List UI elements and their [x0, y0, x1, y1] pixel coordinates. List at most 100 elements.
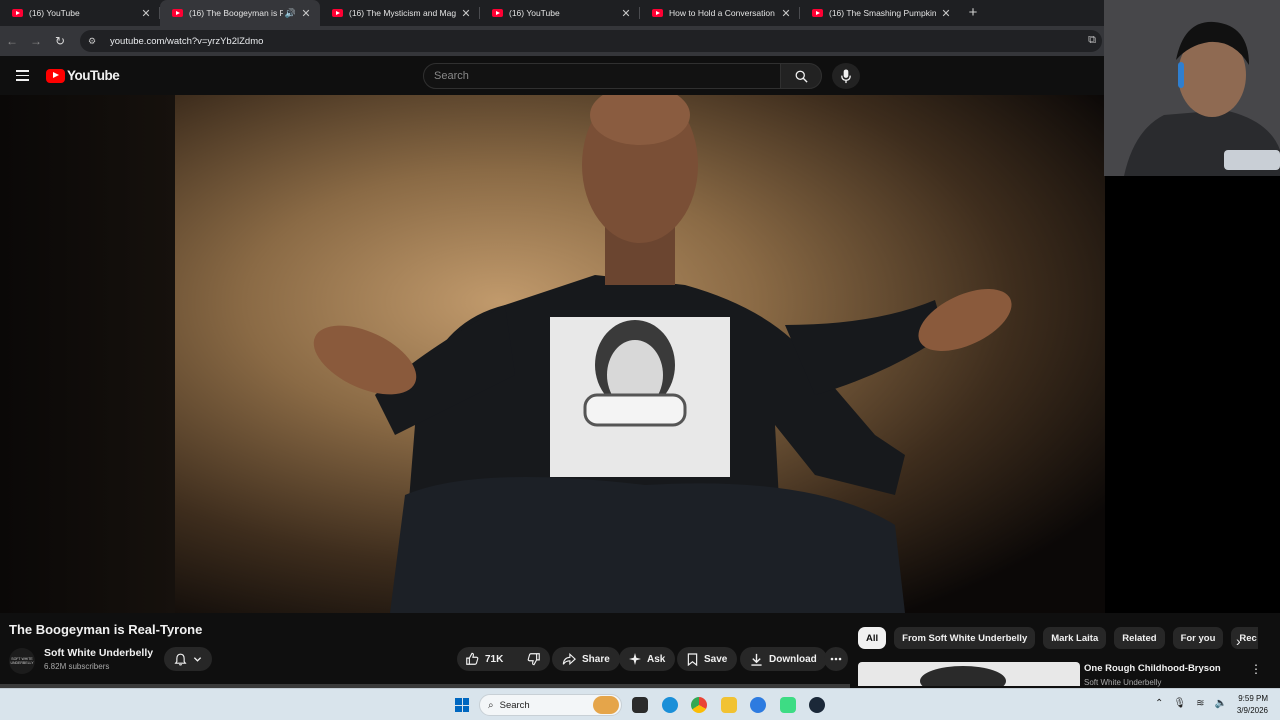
wifi-icon[interactable]: ≋	[1196, 698, 1204, 709]
more-actions-button[interactable]	[824, 647, 848, 671]
chip-mark-laita[interactable]: Mark Laita	[1043, 627, 1107, 649]
video-frame[interactable]	[175, 95, 1105, 613]
chevron-down-icon	[193, 656, 202, 662]
forward-arrow-icon[interactable]: →	[24, 34, 48, 48]
taskbar-search[interactable]: ⌕ Search	[479, 694, 622, 716]
youtube-favicon-icon	[172, 9, 183, 17]
browser-tab[interactable]: How to Hold a Conversation w ✕	[640, 0, 800, 26]
clock-date: 3/9/2026	[1236, 706, 1268, 715]
bookmark-icon	[687, 652, 698, 666]
browser-tab[interactable]: (16) The Smashing Pumpkins - ✕	[800, 0, 960, 26]
reload-icon[interactable]: ↻	[48, 34, 72, 48]
youtube-play-icon	[46, 68, 65, 83]
subscribed-button[interactable]	[164, 647, 212, 671]
chip-all[interactable]: All	[858, 627, 887, 649]
channel-name[interactable]: Soft White Underbelly	[44, 647, 153, 659]
close-tab-icon[interactable]: ✕	[940, 7, 952, 20]
chip-for-you[interactable]: For you	[1172, 627, 1224, 649]
recommended-video-title[interactable]: One Rough Childhood-Bryson	[1084, 663, 1221, 674]
download-button[interactable]: Download	[740, 647, 827, 671]
thumbs-up-icon[interactable]	[465, 652, 479, 666]
recommended-video-channel[interactable]: Soft White Underbelly	[1084, 678, 1161, 687]
more-vertical-icon[interactable]: ⋮	[1250, 662, 1262, 676]
download-icon	[751, 653, 762, 666]
search-highlight-icon	[593, 696, 619, 714]
browser-toolbar: ← → ↻ ⚙ youtube.com/watch?v=yrzYb2lZdmo …	[0, 26, 1104, 56]
chip-related[interactable]: Related	[1114, 627, 1165, 649]
taskbar-search-label: Search	[499, 699, 530, 711]
chip-from-channel[interactable]: From Soft White Underbelly	[894, 627, 1036, 649]
webcam-overlay	[1104, 0, 1280, 176]
speaker-icon[interactable]: 🔊	[285, 8, 296, 19]
steam-icon[interactable]	[809, 697, 825, 713]
microphone-icon	[841, 68, 851, 83]
video-player[interactable]	[0, 95, 1280, 613]
tab-title: How to Hold a Conversation w	[669, 8, 776, 18]
channel-avatar[interactable]: SOFT WHITE UNDERBELLY	[9, 648, 35, 674]
url-text: youtube.com/watch?v=yrzYb2lZdmo	[110, 35, 264, 47]
menu-icon[interactable]	[16, 70, 29, 81]
filter-chips: All From Soft White Underbelly Mark Lait…	[858, 627, 1258, 651]
browser-tab-active[interactable]: (16) The Boogeyman is Rea 🔊 ✕	[160, 0, 320, 26]
ask-button[interactable]: Ask	[619, 647, 676, 671]
chevron-right-icon[interactable]: ›	[1236, 633, 1241, 649]
task-view-icon[interactable]	[632, 697, 648, 713]
recommended-video-thumbnail[interactable]	[858, 662, 1080, 686]
edge-browser-icon[interactable]	[662, 697, 678, 713]
youtube-favicon-icon	[12, 9, 23, 17]
webcam-person-illustration	[1104, 0, 1280, 176]
video-title: The Boogeyman is Real-Tyrone	[9, 622, 203, 637]
search-button[interactable]	[780, 63, 822, 89]
ask-label: Ask	[647, 653, 666, 665]
microphone-icon[interactable]: 🎙	[1173, 698, 1186, 709]
search-icon	[795, 70, 808, 83]
share-arrow-icon	[562, 652, 576, 665]
tab-title: (16) The Boogeyman is Rea	[189, 8, 283, 18]
voice-search-button[interactable]	[832, 63, 860, 89]
tab-title: (16) YouTube	[29, 8, 80, 18]
share-label: Share	[582, 653, 610, 665]
youtube-favicon-icon	[492, 9, 503, 17]
browser-tab[interactable]: (16) YouTube ✕	[0, 0, 160, 26]
search-input[interactable]: Search	[423, 63, 781, 89]
tab-title: (16) The Mysticism and Magic c	[349, 8, 456, 18]
bell-icon	[174, 653, 187, 666]
address-bar[interactable]: ⚙ youtube.com/watch?v=yrzYb2lZdmo ⧉	[80, 30, 1102, 52]
like-dislike-group: 71K	[457, 647, 550, 671]
close-tab-icon[interactable]: ✕	[780, 7, 792, 20]
youtube-logo[interactable]: YouTube	[46, 68, 120, 83]
system-tray: ⌃ 🎙 ≋ 🔈	[1155, 698, 1227, 709]
close-tab-icon[interactable]: ✕	[460, 7, 472, 20]
app-icon[interactable]	[750, 697, 766, 713]
youtube-favicon-icon	[812, 9, 823, 17]
volume-icon[interactable]: 🔈	[1214, 698, 1226, 709]
clock-time: 9:59 PM	[1238, 694, 1268, 703]
save-button[interactable]: Save	[677, 647, 738, 671]
back-arrow-icon[interactable]: ←	[0, 34, 24, 48]
close-tab-icon[interactable]: ✕	[300, 7, 312, 20]
site-info-icon[interactable]: ⚙	[88, 36, 100, 47]
chevron-up-icon[interactable]: ⌃	[1155, 698, 1163, 709]
tab-title: (16) The Smashing Pumpkins -	[829, 8, 936, 18]
browser-tab[interactable]: (16) YouTube ✕	[480, 0, 640, 26]
cast-icon[interactable]: ⧉	[1088, 34, 1096, 47]
chrome-browser-icon[interactable]	[691, 697, 707, 713]
download-label: Download	[769, 653, 817, 665]
subscriber-count: 6.82M subscribers	[44, 662, 110, 671]
like-count[interactable]: 71K	[485, 654, 503, 665]
close-tab-icon[interactable]: ✕	[620, 7, 632, 20]
windows-taskbar: ⌕ Search ⌃ 🎙 ≋ 🔈 9:59 PM 3/9/2026	[0, 688, 1280, 720]
browser-tab[interactable]: (16) The Mysticism and Magic c ✕	[320, 0, 480, 26]
system-clock[interactable]: 9:59 PM 3/9/2026	[1230, 693, 1268, 717]
windows-start-icon[interactable]	[455, 698, 469, 712]
video-subject-illustration	[313, 95, 1012, 613]
youtube-masthead: YouTube Search	[0, 56, 1104, 95]
share-button[interactable]: Share	[552, 647, 620, 671]
close-tab-icon[interactable]: ✕	[140, 7, 152, 20]
new-tab-button[interactable]: +	[960, 0, 986, 26]
youtube-favicon-icon	[652, 9, 663, 17]
app-icon[interactable]	[780, 697, 796, 713]
thumbs-down-icon[interactable]	[527, 652, 541, 666]
sparkle-icon	[629, 653, 641, 665]
file-explorer-icon[interactable]	[721, 697, 737, 713]
